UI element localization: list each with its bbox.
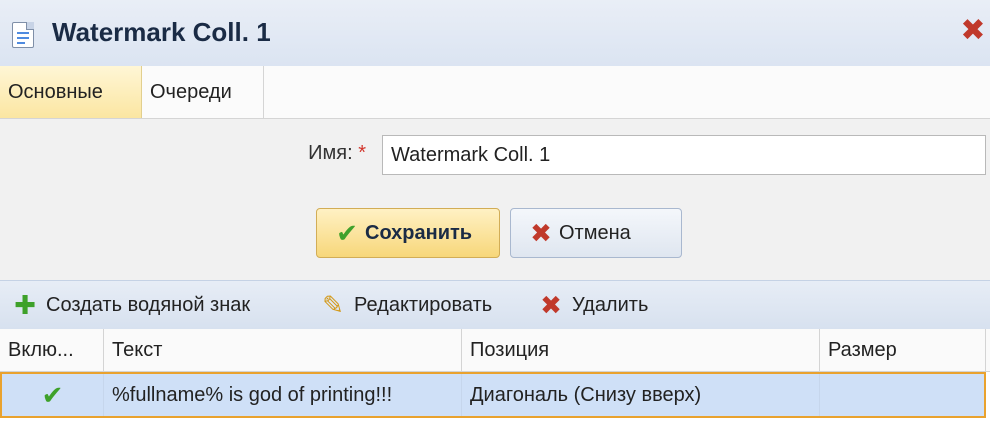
cancel-button[interactable]: ✖ Отмена [510, 208, 682, 258]
grid-header: Вклю... Текст Позиция Размер [0, 329, 990, 372]
tab-main[interactable]: Основные [0, 66, 142, 118]
tab-queues[interactable]: Очереди [142, 66, 264, 118]
plus-icon: ✚ [14, 290, 36, 320]
row-size-cell [820, 374, 984, 416]
delete-label: Удалить [572, 294, 649, 316]
cancel-button-label: Отмена [559, 222, 631, 244]
close-icon: ✖ [530, 218, 552, 248]
tab-bar: Основные Очереди [0, 66, 990, 119]
close-icon[interactable]: ✖ [958, 16, 988, 46]
watermark-collection-window: Watermark Coll. 1 ✖ Основные Очереди Имя… [0, 0, 990, 430]
delete-button[interactable]: ✖ Удалить [538, 281, 648, 329]
row-position-cell: Диагональ (Снизу вверх) [462, 374, 820, 416]
watermark-toolbar: ✚ Создать водяной знак ✎ Редактировать ✖ Уд… [0, 280, 990, 330]
create-watermark-label: Создать водяной знак [46, 294, 251, 316]
column-header-text[interactable]: Текст [104, 329, 462, 371]
column-header-position[interactable]: Позиция [462, 329, 820, 371]
delete-icon: ✖ [540, 290, 562, 320]
pencil-icon: ✎ [322, 290, 344, 320]
name-label: Имя: * [260, 142, 366, 165]
title-bar[interactable]: Watermark Coll. 1 ✖ [0, 0, 990, 67]
create-watermark-button[interactable]: ✚ Создать водяной знак [12, 281, 250, 329]
edit-button[interactable]: ✎ Редактировать [320, 281, 492, 329]
table-row[interactable]: ✔ %fullname% is god of printing!!! Диаго… [0, 372, 986, 418]
name-label-text: Имя: [308, 142, 353, 164]
watermark-grid: Вклю... Текст Позиция Размер ✔ %fullname… [0, 329, 990, 430]
column-header-enabled[interactable]: Вклю... [0, 329, 104, 371]
row-text-cell: %fullname% is god of printing!!! [104, 374, 462, 416]
name-input[interactable] [382, 135, 986, 175]
document-icon [12, 22, 34, 48]
edit-label: Редактировать [354, 294, 493, 316]
window-title: Watermark Coll. 1 [52, 17, 271, 47]
required-marker: * [358, 142, 366, 164]
enabled-check-icon: ✔ [2, 374, 104, 416]
checkmark-icon: ✔ [336, 218, 358, 248]
save-button[interactable]: ✔ Сохранить [316, 208, 500, 258]
column-header-size[interactable]: Размер [820, 329, 986, 371]
save-button-label: Сохранить [365, 222, 473, 244]
